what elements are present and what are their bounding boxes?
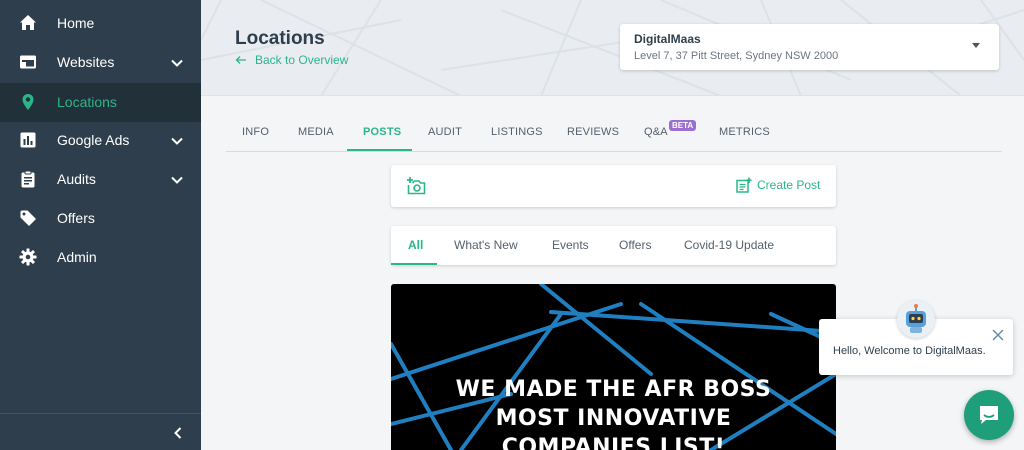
chevron-down-icon [171,59,183,67]
active-tab-indicator [347,149,412,151]
filter-whats-new[interactable]: What's New [454,238,518,252]
post-filter-tabs: All What's New Events Offers Covid-19 Up… [391,226,836,265]
add-photo-icon[interactable] [406,176,426,195]
tab-listings[interactable]: LISTINGS [491,126,543,138]
clipboard-icon [21,170,35,188]
sidebar-item-audits[interactable]: Audits [0,160,201,199]
tab-info[interactable]: INFO [242,126,269,138]
sidebar-divider [0,413,201,414]
tab-metrics[interactable]: METRICS [719,126,770,138]
beta-badge: BETA [669,120,697,131]
caret-down-icon [972,43,980,48]
filter-covid-19-update[interactable]: Covid-19 Update [684,238,774,252]
chat-launcher-button[interactable] [964,390,1014,440]
tab-reviews[interactable]: REVIEWS [567,126,619,138]
chevron-down-icon [171,137,183,145]
robot-icon [906,304,926,333]
chat-message: Hello, Welcome to DigitalMaas. [833,345,986,357]
chat-icon [980,406,998,424]
sidebar-item-google-ads[interactable]: Google Ads [0,121,201,160]
close-icon[interactable] [992,329,1004,341]
tab-qa[interactable]: Q&A [644,126,668,138]
sidebar-item-label: Audits [57,171,96,187]
back-link-label: Back to Overview [255,53,349,67]
sidebar-item-home[interactable]: Home [0,4,201,43]
page-title: Locations [235,28,325,49]
location-name: DigitalMaas [634,32,701,46]
post-add-icon [736,177,752,193]
sidebar-item-label: Admin [57,249,97,265]
back-to-overview-link[interactable]: Back to Overview [235,53,348,67]
map-pin-icon [22,94,34,110]
filter-offers[interactable]: Offers [619,238,651,252]
sidebar: Home Websites Locations Google Ads Audit… [0,0,201,450]
tab-media[interactable]: MEDIA [298,126,334,138]
create-post-button[interactable]: Create Post [736,177,820,193]
headline-line: MOST INNOVATIVE [495,406,732,431]
create-post-label: Create Post [757,178,821,192]
location-selector[interactable]: DigitalMaas Level 7, 37 Pitt Street, Syd… [620,24,999,70]
sidebar-item-websites[interactable]: Websites [0,43,201,82]
sidebar-item-label: Locations [57,94,117,110]
chevron-left-icon[interactable] [170,425,186,441]
gear-icon [19,248,37,266]
tab-posts[interactable]: POSTS [363,126,401,138]
post-toolbar: Create Post [391,165,836,207]
browser-icon [20,55,36,69]
sidebar-item-label: Home [57,15,95,31]
chevron-down-icon [171,176,183,184]
filter-all[interactable]: All [408,238,423,252]
location-tabs: INFO MEDIA POSTS AUDIT LISTINGS REVIEWS … [226,118,1002,152]
chatbot-avatar [897,300,935,338]
location-address: Level 7, 37 Pitt Street, Sydney NSW 2000 [634,50,839,62]
sidebar-item-label: Google Ads [57,132,130,148]
sidebar-item-admin[interactable]: Admin [0,238,201,277]
sidebar-item-locations[interactable]: Locations [0,83,201,122]
active-filter-indicator [391,263,437,265]
page-header: Locations Back to Overview DigitalMaas L… [201,0,1024,96]
post-headline: WE MADE THE AFR BOSS MOST INNOVATIVE COM… [391,375,836,450]
home-icon [20,15,36,30]
sidebar-item-label: Websites [57,54,115,70]
headline-line: WE MADE THE AFR BOSS [455,377,772,402]
sidebar-item-label: Offers [57,210,95,226]
arrow-left-icon [235,56,246,64]
tag-icon [20,210,36,226]
sidebar-item-offers[interactable]: Offers [0,199,201,238]
headline-line: COMPANIES LIST! [501,435,726,450]
post-image[interactable]: WE MADE THE AFR BOSS MOST INNOVATIVE COM… [391,284,836,450]
bar-chart-icon [20,132,36,148]
tab-audit[interactable]: AUDIT [428,126,462,138]
filter-events[interactable]: Events [552,238,589,252]
